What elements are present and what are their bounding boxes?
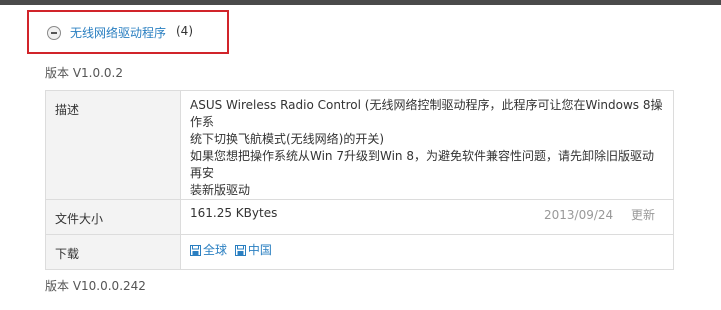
download-label: 下载 [45,234,181,270]
download-china-link[interactable]: 中国 [234,243,272,257]
version-label: 版本 V10.0.0.242 [45,279,146,293]
top-bar [0,0,721,5]
download-global-link[interactable]: 全球 [190,243,231,257]
download-global-label: 全球 [203,243,228,257]
save-icon [190,245,201,256]
description-value: ASUS Wireless Radio Control (无线网络控制驱动程序，… [180,90,674,200]
description-line: 如果您想把操作系统从Win 7升级到Win 8，为避免软件兼容性问题，请先卸除旧… [190,149,654,180]
description-line: 统下切换飞航模式(无线网络)的开关) [190,132,385,146]
table-row-file-size: 文件大小 161.25 KBytes 2013/09/24 更新 [45,199,674,235]
save-icon [234,245,246,256]
description-label: 描述 [45,90,181,200]
file-size-value: 161.25 KBytes [190,206,278,220]
section-count: (4) [176,24,193,38]
driver-info-table: 描述 ASUS Wireless Radio Control (无线网络控制驱动… [45,90,674,270]
description-line: ASUS Wireless Radio Control (无线网络控制驱动程序，… [190,98,663,129]
table-row-download: 下载 全球 中国 [45,234,674,270]
release-date: 2013/09/24 [543,208,614,222]
download-china-label: 中国 [247,243,272,257]
table-row-description: 描述 ASUS Wireless Radio Control (无线网络控制驱动… [45,90,674,200]
description-line: 装新版驱动 [190,183,251,197]
section-header: 无线网络驱动程序 (4) [27,10,229,54]
minus-circle-icon[interactable] [47,26,61,40]
version-label: 版本 V1.0.0.2 [45,66,124,80]
section-title-link[interactable]: 无线网络驱动程序 [70,24,166,41]
file-size-cell: 161.25 KBytes 2013/09/24 更新 [180,199,674,235]
update-link[interactable]: 更新 [631,208,655,222]
download-cell: 全球 中国 [180,234,674,270]
file-size-label: 文件大小 [45,199,181,235]
